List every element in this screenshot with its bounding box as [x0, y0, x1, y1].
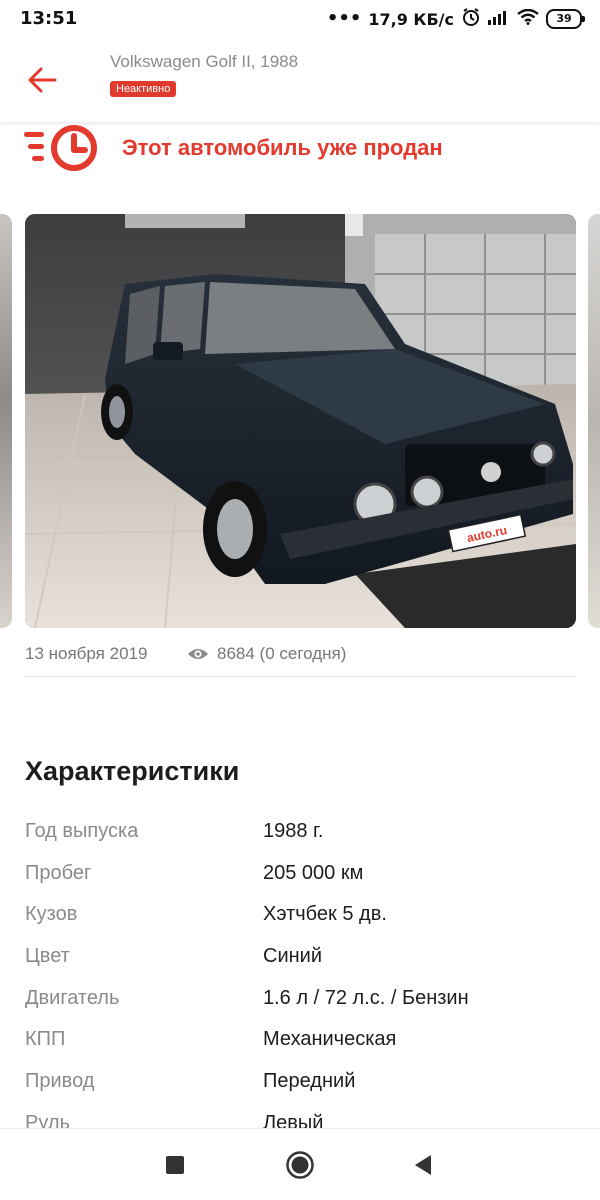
- spec-value: Синий: [263, 945, 323, 968]
- views-text: 8684 (0 сегодня): [217, 644, 347, 663]
- spec-value: 205 000 км: [263, 861, 364, 884]
- status-indicators: ••• 17,9 КБ/с 39: [326, 7, 585, 31]
- spec-value: Хэтчбек 5 дв.: [263, 903, 387, 926]
- spec-label: КПП: [25, 1028, 66, 1051]
- page: 13:51 ••• 17,9 КБ/с 39 Volkswagen Golf I…: [0, 0, 600, 1200]
- system-nav-bar: [0, 1128, 600, 1200]
- back-button[interactable]: [22, 60, 62, 100]
- arrow-left-icon: [28, 67, 57, 93]
- square-icon: [166, 1156, 184, 1174]
- triangle-back-icon: [415, 1155, 431, 1175]
- status-bar: 13:51 ••• 17,9 КБ/с 39: [0, 0, 600, 38]
- notification-dots: •••: [326, 8, 362, 29]
- previous-photo-preview[interactable]: [0, 214, 12, 628]
- signal-icon: [488, 9, 510, 29]
- characteristics-title: Характеристики: [25, 756, 240, 786]
- recents-button[interactable]: [135, 1129, 215, 1200]
- sold-banner: Этот автомобиль уже продан: [24, 124, 584, 176]
- clock-speed-icon: [24, 125, 97, 171]
- characteristics-list: Год выпуска 1988 г. Пробег 205 000 км Ку…: [25, 812, 585, 1146]
- status-badge: Неактивно: [110, 81, 177, 97]
- listing-date: 13 ноября 2019: [25, 644, 148, 663]
- spec-label: Привод: [25, 1070, 95, 1093]
- spec-row-engine: Двигатель 1.6 л / 72 л.с. / Бензин: [25, 979, 585, 1021]
- spec-label: Кузов: [25, 903, 78, 926]
- alarm-icon: [461, 7, 481, 31]
- app-header: Volkswagen Golf II, 1988 Неактивно: [0, 38, 600, 122]
- eye-icon: [188, 649, 208, 659]
- spec-value: 1988 г.: [263, 820, 324, 842]
- spec-label: Пробег: [25, 861, 92, 884]
- home-button[interactable]: [260, 1129, 340, 1200]
- photo-carousel[interactable]: auto.ru: [0, 214, 600, 628]
- back-nav-button[interactable]: [383, 1129, 463, 1200]
- status-time: 13:51: [20, 8, 78, 29]
- spec-value: Механическая: [263, 1028, 397, 1051]
- wifi-icon: [517, 8, 539, 29]
- spec-value: Передний: [263, 1070, 356, 1093]
- battery-icon: 39: [546, 9, 585, 29]
- views-counter: 8684 (0 сегодня): [187, 644, 346, 664]
- spec-label: Год выпуска: [25, 820, 139, 842]
- sold-message: Этот автомобиль уже продан: [122, 135, 443, 160]
- next-photo-preview[interactable]: [588, 214, 600, 628]
- divider: [25, 676, 576, 677]
- car-photo[interactable]: auto.ru: [25, 214, 576, 628]
- spec-label: Двигатель: [25, 986, 120, 1009]
- spec-row-year: Год выпуска 1988 г.: [25, 812, 585, 854]
- spec-row-body: Кузов Хэтчбек 5 дв.: [25, 895, 585, 937]
- spec-row-mileage: Пробег 205 000 км: [25, 854, 585, 896]
- listing-meta: 13 ноября 2019 8684 (0 сегодня): [25, 640, 576, 676]
- spec-row-transmission: КПП Механическая: [25, 1020, 585, 1062]
- spec-row-drive: Привод Передний: [25, 1062, 585, 1104]
- page-title: Volkswagen Golf II, 1988: [110, 52, 299, 71]
- circle-home-icon: [286, 1151, 314, 1179]
- spec-value: 1.6 л / 72 л.с. / Бензин: [263, 986, 469, 1009]
- network-speed: 17,9 КБ/с: [368, 9, 454, 29]
- spec-label: Цвет: [25, 945, 70, 968]
- spec-row-color: Цвет Синий: [25, 937, 585, 979]
